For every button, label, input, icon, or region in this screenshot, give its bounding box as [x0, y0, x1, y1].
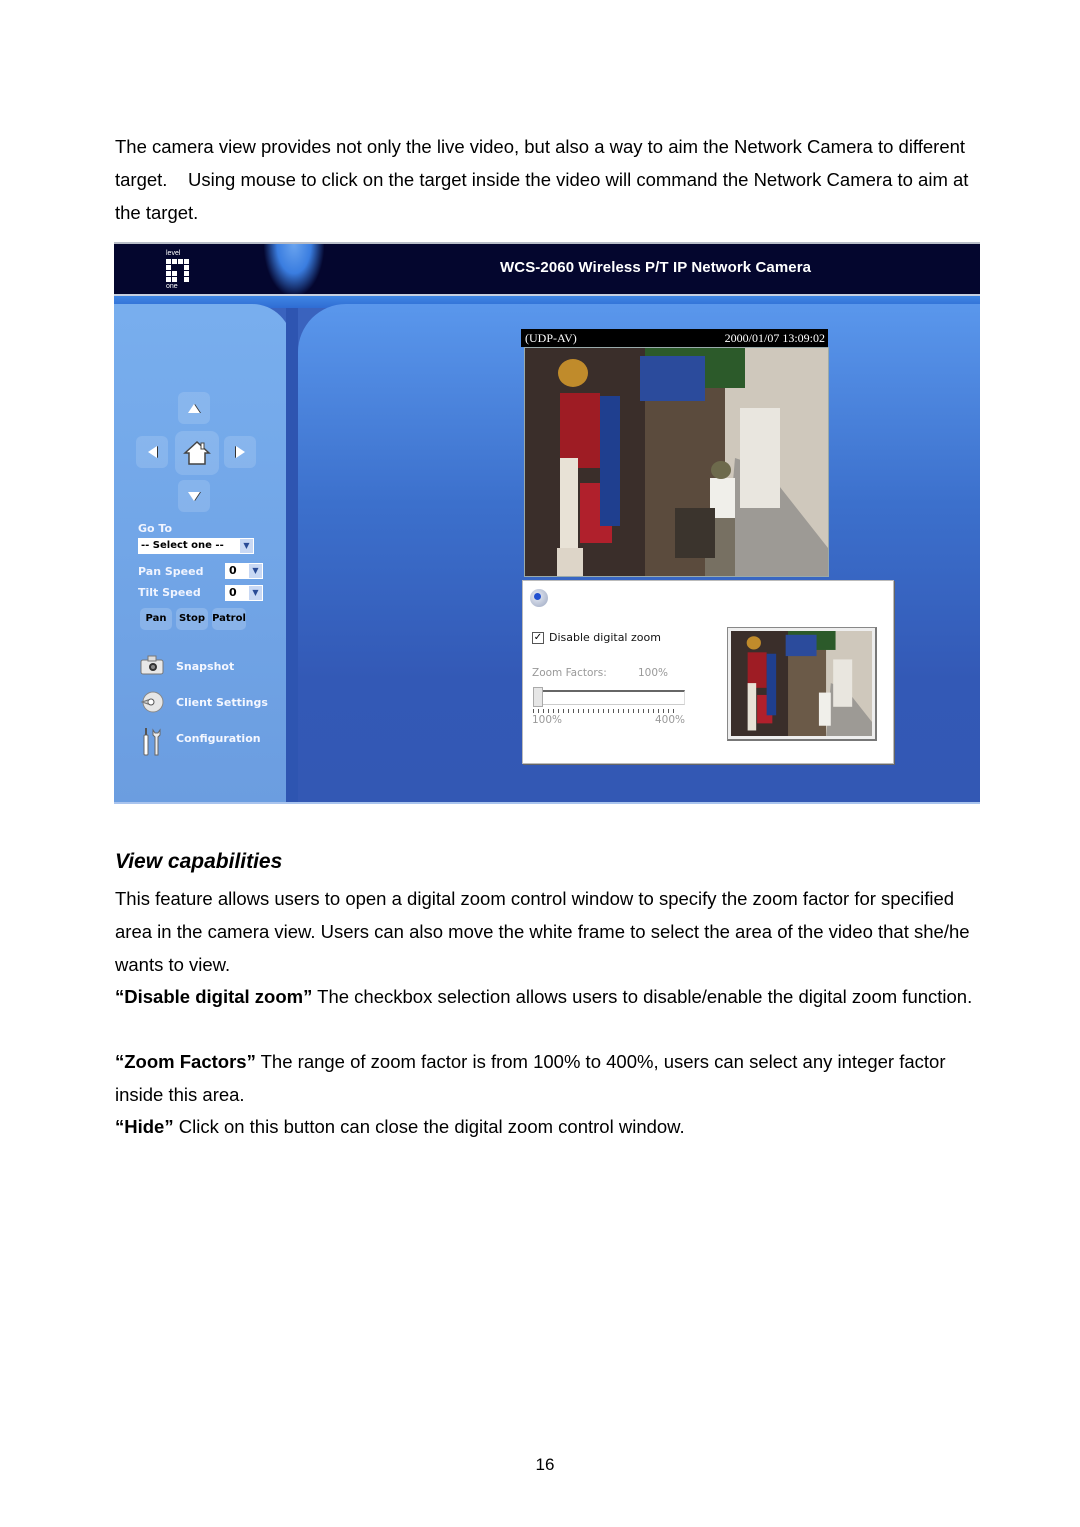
zoom-min-label: 100% — [532, 714, 563, 726]
tilt-up-button[interactable] — [178, 392, 210, 424]
chevron-down-icon: ▼ — [249, 586, 262, 600]
stream-mode: (UDP-AV) — [525, 331, 577, 345]
menu-item-snapshot[interactable]: Snapshot — [140, 654, 234, 678]
patrol-button[interactable]: Patrol — [212, 608, 246, 630]
goto-label: Go To — [138, 522, 173, 535]
definition-term: “Zoom Factors” — [115, 1051, 256, 1072]
zoom-max-label: 400% — [655, 714, 686, 726]
pan-speed-label: Pan Speed — [138, 565, 204, 578]
definition-zoom-factors: “Zoom Factors” The range of zoom factor … — [115, 1045, 975, 1111]
live-video[interactable] — [524, 347, 829, 577]
stop-button[interactable]: Stop — [176, 608, 208, 630]
header-banner: level one WCS-2060 Wireless P/T IP Netwo… — [114, 244, 980, 296]
zoom-factor-value: 100% — [638, 667, 669, 679]
menu-item-client-settings[interactable]: Client Settings — [140, 690, 268, 714]
definition-hide: “Hide” Click on this button can close th… — [115, 1110, 975, 1143]
pan-speed-select[interactable]: 0 ▼ — [225, 563, 263, 579]
pan-left-button[interactable] — [136, 436, 168, 468]
sidebar-divider — [286, 308, 298, 804]
definition-disable-digital-zoom: “Disable digital zoom” The checkbox sele… — [115, 980, 975, 1013]
screenshot-bottom-border — [114, 802, 980, 804]
digital-zoom-panel: ✓ Disable digital zoom Zoom Factors: 100… — [522, 580, 894, 764]
tilt-speed-select[interactable]: 0 ▼ — [225, 585, 263, 601]
definition-text: Click on this button can close the digit… — [173, 1116, 685, 1137]
chevron-down-icon: ▼ — [249, 564, 262, 578]
logo-mark-icon — [166, 259, 194, 282]
arrow-up-icon — [188, 403, 200, 413]
camera-icon — [140, 655, 164, 677]
disable-digital-zoom-checkbox[interactable]: ✓ — [532, 632, 544, 644]
definition-term: “Disable digital zoom” — [115, 986, 313, 1007]
sidebar: Go To -- Select one -- ▼ Pan Speed 0 ▼ T… — [114, 304, 292, 804]
tools-icon — [140, 727, 164, 756]
definition-term: “Hide” — [115, 1116, 174, 1137]
page-number: 16 — [535, 1455, 555, 1474]
section-title: View capabilities — [115, 850, 283, 873]
levelone-logo: level one — [166, 250, 194, 292]
goto-preset-select[interactable]: -- Select one -- ▼ — [138, 538, 254, 554]
thumbnail-alley-scene — [731, 631, 872, 736]
zoom-preview-thumbnail[interactable] — [727, 627, 877, 741]
menu-item-configuration[interactable]: Configuration — [140, 726, 261, 756]
tilt-speed-label: Tilt Speed — [138, 586, 201, 599]
definition-text: The checkbox selection allows users to d… — [312, 986, 973, 1007]
video-frame-alley-scene — [525, 348, 828, 576]
pan-button[interactable]: Pan — [140, 608, 172, 630]
arrow-down-icon — [188, 491, 200, 501]
zoom-factors-label: Zoom Factors: — [532, 667, 607, 679]
video-timestamp: 2000/01/07 13:09:02 — [724, 331, 825, 345]
tilt-down-button[interactable] — [178, 480, 210, 512]
disable-digital-zoom-label: Disable digital zoom — [549, 631, 661, 644]
camera-ui-screenshot: level one WCS-2060 Wireless P/T IP Netwo… — [114, 242, 980, 804]
description-paragraph: This feature allows users to open a digi… — [115, 888, 970, 975]
home-position-button[interactable] — [175, 431, 219, 475]
chevron-down-icon: ▼ — [240, 539, 253, 553]
arrow-left-icon — [147, 446, 157, 458]
intro-paragraph: The camera view provides not only the li… — [115, 136, 969, 223]
video-status-bar: (UDP-AV) 2000/01/07 13:09:02 — [521, 329, 828, 347]
zoom-slider-thumb[interactable] — [533, 687, 543, 707]
banner-swoosh-decoration — [264, 244, 324, 296]
zoom-slider-ticks — [533, 709, 677, 713]
arrow-right-icon — [235, 446, 245, 458]
disc-icon — [140, 691, 164, 713]
pan-right-button[interactable] — [224, 436, 256, 468]
home-icon — [183, 440, 211, 465]
magnifier-icon[interactable] — [530, 589, 548, 607]
camera-title: WCS-2060 Wireless P/T IP Network Camera — [500, 259, 812, 276]
zoom-slider-track[interactable] — [539, 690, 685, 705]
